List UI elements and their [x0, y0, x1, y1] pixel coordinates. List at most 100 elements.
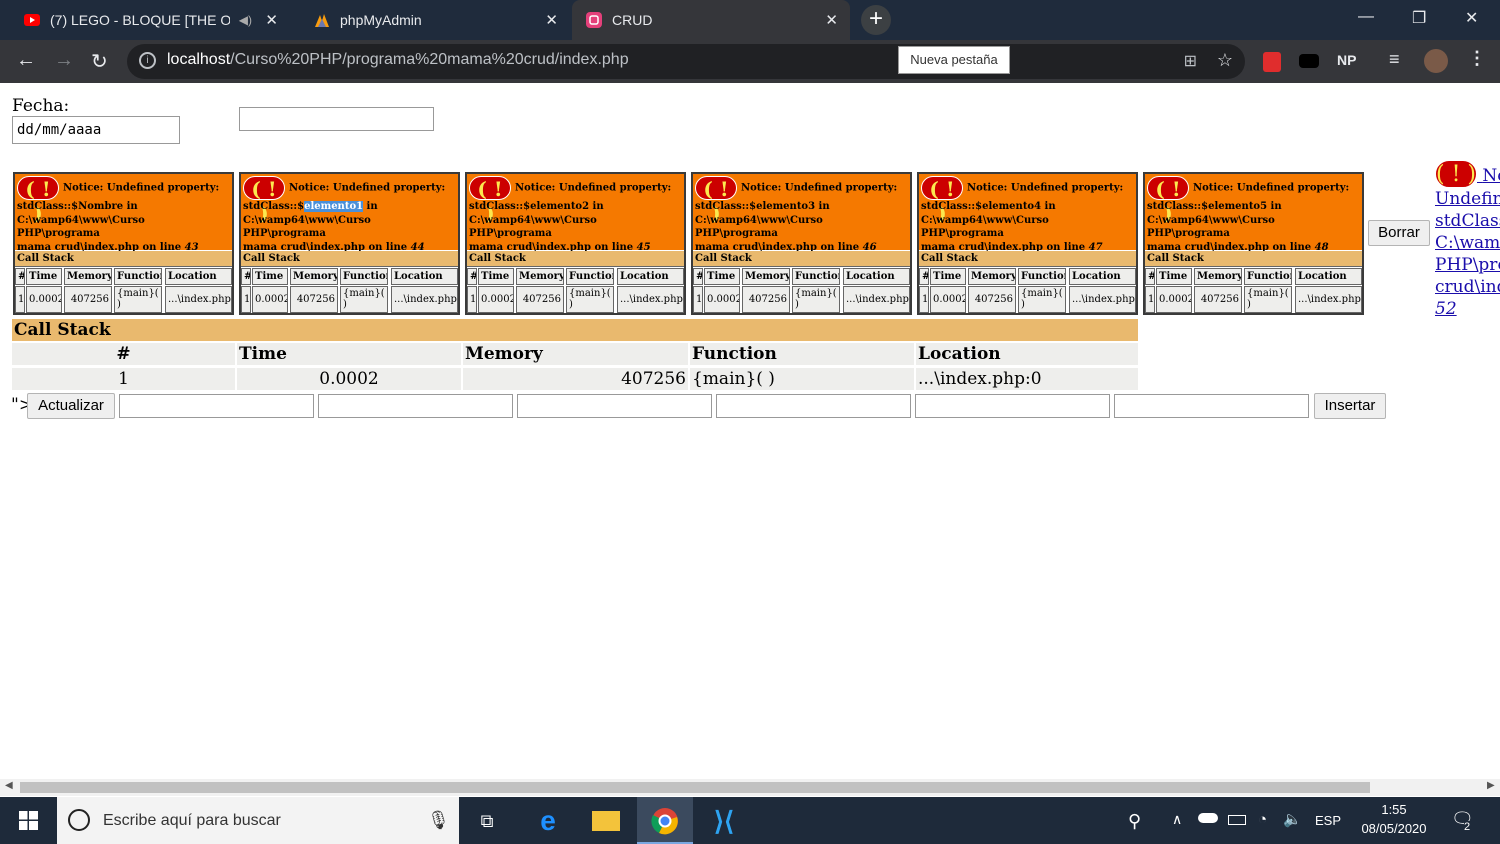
insertar-button[interactable]: Insertar	[1314, 393, 1386, 419]
playlist-icon[interactable]: ≡	[1389, 49, 1400, 69]
star-icon[interactable]: ☆	[1217, 50, 1233, 71]
youtube-ext-icon[interactable]	[1299, 54, 1319, 68]
windows-start-icon[interactable]	[19, 811, 38, 830]
notice-header-cell: Function	[566, 268, 614, 285]
close-tab-icon[interactable]: ✕	[545, 11, 558, 29]
warning-icon: ( ! )	[469, 176, 511, 225]
vscode-icon[interactable]: ⟩⟨	[708, 807, 740, 835]
cell-location: ...\index.php:0	[916, 368, 1138, 390]
edge-icon[interactable]: e	[534, 807, 562, 835]
forward-icon[interactable]: →	[54, 49, 74, 72]
notice-row-cell: {main}( )	[792, 286, 840, 313]
header-function: Function	[690, 343, 914, 365]
close-window-icon[interactable]: ✕	[1465, 8, 1478, 28]
notice-header-cell: Time	[26, 268, 62, 285]
browser-toolbar: ← → ↻ i localhost/Curso%20PHP/programa%2…	[0, 40, 1500, 83]
notice-header-cell: Function	[1018, 268, 1066, 285]
call-stack-label: Call Stack	[467, 251, 684, 267]
people-icon[interactable]: ⚲	[1128, 811, 1141, 832]
notice-box: ( ! )Notice: Undefined property: stdClass…	[13, 172, 234, 315]
wifi-icon[interactable]: ◔	[1258, 811, 1267, 828]
notice-row-cell: 0.0002	[478, 286, 514, 313]
chrome-taskbar-item[interactable]	[637, 797, 693, 844]
notice-box: ( ! )Notice: Undefined property: stdClass…	[917, 172, 1138, 315]
avatar[interactable]	[1424, 49, 1448, 73]
task-view-icon[interactable]: ⧉	[473, 807, 501, 835]
horizontal-scrollbar[interactable]: ◀ ▶	[0, 779, 1500, 796]
notice-box: ( ! )Notice: Undefined property: stdClass…	[465, 172, 686, 315]
minimize-icon[interactable]: —	[1358, 8, 1374, 26]
battery-icon[interactable]	[1228, 815, 1246, 825]
onedrive-icon[interactable]	[1198, 813, 1218, 823]
cell-function: {main}( )	[690, 368, 914, 390]
actualizar-button[interactable]: Actualizar	[27, 393, 115, 419]
file-explorer-icon[interactable]	[592, 811, 620, 831]
notice-row-cell: 407256	[516, 286, 564, 313]
input-elemento5[interactable]	[1114, 394, 1309, 418]
notice-header-cell: #	[241, 268, 251, 285]
cell-time: 0.0002	[237, 368, 461, 390]
notice-row-cell: 0.0002	[704, 286, 740, 313]
notice-row-cell: ...\index.php:0	[391, 286, 458, 313]
notice-header-cell: Location	[617, 268, 684, 285]
notice-row-cell: 1	[919, 286, 929, 313]
input-elemento4[interactable]	[915, 394, 1110, 418]
reload-icon[interactable]: ↻	[91, 49, 108, 74]
back-icon[interactable]: ←	[16, 49, 36, 72]
notice-message: ( ! )Notice: Undefined property: stdClass…	[241, 174, 458, 253]
notice-header-cell: Location	[165, 268, 232, 285]
tab-crud[interactable]: CRUD ✕	[572, 0, 850, 40]
notice-row-cell: ...\index.php:0	[1069, 286, 1136, 313]
notification-icon[interactable]: 🗨	[1451, 809, 1474, 830]
language-indicator[interactable]: ESP	[1315, 813, 1341, 828]
notice-row-cell: {main}( )	[1244, 286, 1292, 313]
input-nombre[interactable]	[119, 394, 314, 418]
notice-header-cell: Memory	[64, 268, 112, 285]
side-notice-link[interactable]: ( ! ) No Undefine stdClass: C:\wamp PHP\…	[1435, 160, 1500, 320]
url-text[interactable]: localhost/Curso%20PHP/programa%20mama%20…	[167, 51, 629, 69]
address-bar[interactable]: i localhost/Curso%20PHP/programa%20mama%…	[127, 44, 1245, 79]
scrollbar-thumb[interactable]	[20, 782, 1370, 793]
notice-row-cell: ...\index.php:0	[617, 286, 684, 313]
volume-icon[interactable]: 🔈	[1283, 810, 1302, 828]
notice-header-cell: Time	[252, 268, 288, 285]
scroll-left-icon[interactable]: ◀	[5, 780, 13, 791]
notice-row-cell: 1	[467, 286, 477, 313]
notice-row-cell: 407256	[742, 286, 790, 313]
np-extension-icon[interactable]: NP	[1337, 52, 1356, 72]
date-input[interactable]: dd/mm/aaaa	[12, 116, 180, 144]
notice-header-cell: Memory	[1194, 268, 1242, 285]
taskbar: Escribe aquí para buscar 🎙 ⧉ e ⟩⟨ ⚲ ∧ ◔ …	[0, 797, 1500, 844]
borrar-button[interactable]: Borrar	[1368, 220, 1430, 246]
input-elemento3[interactable]	[716, 394, 911, 418]
input-elemento1[interactable]	[318, 394, 513, 418]
chevron-up-icon[interactable]: ∧	[1172, 811, 1182, 828]
notice-box: ( ! )Notice: Undefined property: stdClass…	[691, 172, 912, 315]
notice-row-cell: 0.0002	[252, 286, 288, 313]
scroll-right-icon[interactable]: ▶	[1487, 780, 1495, 791]
notice-row-cell: ...\index.php:0	[165, 286, 232, 313]
notice-header-cell: #	[693, 268, 703, 285]
new-tab-button[interactable]: +	[861, 5, 891, 35]
text-input-top[interactable]	[239, 107, 434, 131]
tab-youtube[interactable]: (7) LEGO - BLOQUE [THE OLD ◀) ✕	[0, 0, 290, 40]
menu-icon[interactable]: ⋮	[1468, 48, 1486, 68]
input-elemento2[interactable]	[517, 394, 712, 418]
header-memory: Memory	[463, 343, 688, 365]
extension-red-icon[interactable]	[1263, 52, 1281, 72]
notice-row-cell: {main}( )	[1018, 286, 1066, 313]
notice-header-cell: Location	[843, 268, 910, 285]
restore-icon[interactable]: ❐	[1412, 8, 1426, 28]
tab-phpmyadmin[interactable]: phpMyAdmin ✕	[290, 0, 570, 40]
info-icon[interactable]: i	[139, 52, 156, 69]
call-stack-label: Call Stack	[15, 251, 232, 267]
clock[interactable]: 1:55 08/05/2020	[1356, 802, 1432, 836]
taskbar-search[interactable]: Escribe aquí para buscar 🎙	[57, 797, 459, 844]
call-stack-label: Call Stack	[693, 251, 910, 267]
close-tab-icon[interactable]: ✕	[825, 11, 838, 29]
microphone-icon[interactable]: 🎙	[427, 810, 450, 831]
notice-message: ( ! )Notice: Undefined property: stdClass…	[693, 174, 910, 253]
warning-icon: ( ! )	[17, 176, 59, 225]
translate-icon[interactable]: ⊞	[1184, 51, 1197, 71]
close-tab-icon[interactable]: ✕	[265, 11, 278, 29]
